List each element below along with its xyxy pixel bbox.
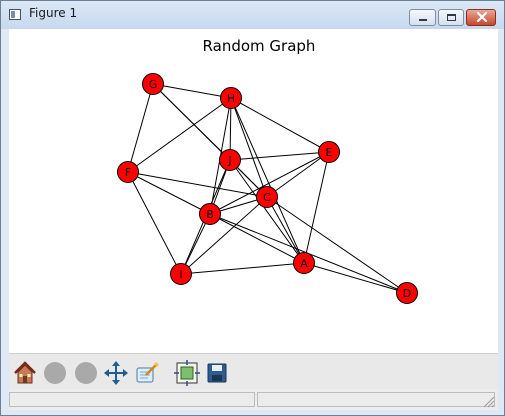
edge-F-B [127,171,211,215]
node-label: D [403,287,411,300]
node-J: J [219,149,241,171]
edge-H-A [230,97,305,264]
back-button[interactable] [41,359,69,387]
node-label: E [326,146,333,159]
navigation-toolbar [9,353,498,390]
node-F: F [117,161,139,183]
maximize-button[interactable] [438,9,464,26]
back-icon [44,362,66,384]
node-label: J [227,154,231,167]
node-label: H [227,92,235,105]
node-label: F [125,166,131,179]
forward-icon [75,362,97,384]
node-label: B [206,208,214,221]
node-label: C [263,191,271,204]
edge-E-A [303,151,330,264]
node-label: I [179,268,182,281]
node-label: G [149,78,158,91]
zoom-icon [136,361,160,383]
node-B: B [199,203,221,225]
maximize-icon [447,14,456,21]
pan-icon [104,361,128,385]
edge-C-I [180,196,268,275]
node-A: A [293,252,315,274]
status-panel [257,392,495,407]
edge-F-I [127,171,182,275]
figure-window: Figure 1 Random Graph ABCDEFGHIJ [0,0,505,416]
node-G: G [142,73,164,95]
title-bar[interactable]: Figure 1 [1,1,504,29]
edge-G-F [127,83,154,173]
status-bar [9,389,498,410]
node-label: A [300,257,308,270]
node-C: C [256,186,278,208]
close-button[interactable] [466,9,496,26]
node-D: D [396,282,418,304]
edge-E-C [266,151,330,198]
forward-button[interactable] [72,359,100,387]
edge-H-C [230,97,268,198]
subplots-icon [174,360,200,386]
app-icon[interactable] [9,9,21,20]
pan-button[interactable] [102,359,130,387]
edge-J-E [229,151,330,161]
minimize-icon [419,19,427,21]
home-icon [14,361,36,384]
save-icon [207,363,227,383]
edge-A-D [303,262,408,294]
graph-plot: A B C D E F G H I J [117,73,418,304]
node-I: I [170,263,192,285]
node-H: H [220,87,242,109]
home-button[interactable] [11,359,39,387]
status-message [9,392,255,407]
window-title: Figure 1 [29,6,78,20]
edge-H-F [127,97,232,173]
edge-I-A [180,262,305,275]
subplots-button[interactable] [173,359,201,387]
node-E: E [318,141,340,163]
edge-H-E [230,97,330,153]
save-button[interactable] [203,359,231,387]
zoom-button[interactable] [133,359,161,387]
figure-canvas[interactable]: Random Graph ABCDEFGHIJ [9,29,498,353]
resize-grip-icon[interactable] [481,394,495,408]
minimize-button[interactable] [409,9,436,26]
close-icon [476,11,488,23]
